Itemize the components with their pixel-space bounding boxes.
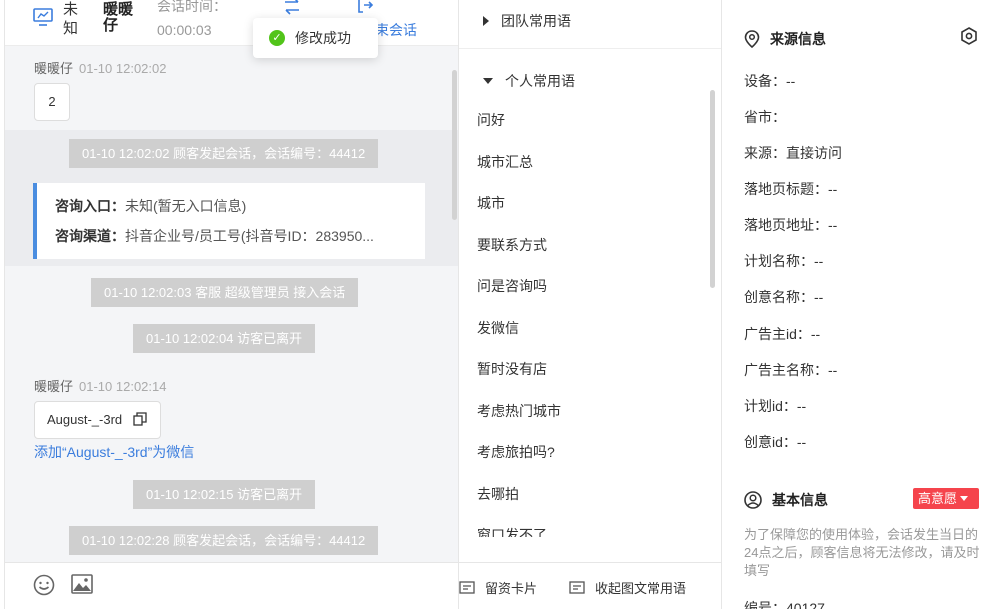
phrase-item[interactable]: 窗口发不了 <box>459 515 709 537</box>
info-serial-number: 编号：40127 <box>744 600 825 609</box>
chat-pane: 未知 暖暖仔 会话时间： 00:00:03 束会话 ✓ 修改成功 暖暖仔 01-1… <box>4 0 459 609</box>
system-message: 01-10 12:02:03 客服 超级管理员 接入会话 <box>91 278 359 307</box>
phrases-scrollbar[interactable] <box>710 90 715 288</box>
edit-notice: 为了保障您的使用体验，会话发生当日的24点之后，顾客信息将无法修改，请及时填写 <box>744 527 980 578</box>
monitor-icon <box>33 8 53 26</box>
info-plan-name: 计划名称：-- <box>744 253 824 269</box>
system-message: 01-10 12:02:02 顾客发起会话，会话编号：44412 <box>69 139 379 168</box>
message-text: August-_-3rd <box>47 412 123 427</box>
image-icon[interactable] <box>71 574 93 594</box>
intent-level-dropdown[interactable]: 高意愿 <box>913 488 979 509</box>
channel-label: 咨询渠道： <box>55 228 125 244</box>
visitor-info-pane: 来源信息 设备：-- 省市： 来源：直接访问 落地页标题：-- 落地页地址：--… <box>721 0 994 609</box>
info-creative-id: 创意id：-- <box>744 434 807 450</box>
entry-row: 咨询入口：未知(暂无入口信息) <box>55 195 421 225</box>
location-pin-icon <box>744 30 760 48</box>
chat-header: 未知 暖暖仔 会话时间： 00:00:03 束会话 <box>5 0 459 46</box>
collapse-phrases-label: 收起图文常用语 <box>595 581 687 596</box>
message-list[interactable]: 暖暖仔 01-10 12:02:02 2 01-10 12:02:02 顾客发起会… <box>5 46 459 562</box>
phrase-item[interactable]: 考虑旅拍吗? <box>459 432 709 474</box>
transfer-icon[interactable] <box>282 0 302 16</box>
toast-text: 修改成功 <box>295 30 351 46</box>
phrase-item[interactable]: 问是咨询吗 <box>459 266 709 308</box>
success-toast: ✓ 修改成功 <box>253 18 378 58</box>
personal-phrases-group[interactable]: 个人常用语 <box>483 71 575 91</box>
sender-name: 暖暖仔 <box>34 61 74 76</box>
message-meta: 暖暖仔 01-10 12:02:14 <box>34 376 166 395</box>
channel-value: 抖音企业号/员工号(抖音号ID：283950... <box>125 228 374 244</box>
session-time-label: 会话时间： <box>157 0 227 14</box>
phrase-list[interactable]: 问好 城市汇总 城市 要联系方式 问是咨询吗 发微信 暂时没有店 考虑热门城市 … <box>459 100 709 537</box>
lead-card-label: 留资卡片 <box>485 581 538 596</box>
visitor-status: 未知 <box>63 1 79 37</box>
phrase-item[interactable]: 城市汇总 <box>459 142 709 184</box>
phrases-toolbar: 留资卡片 收起图文常用语 <box>459 562 721 609</box>
chat-scrollbar[interactable] <box>452 70 457 220</box>
caret-down-icon <box>960 496 969 501</box>
phrase-item[interactable]: 发微信 <box>459 308 709 350</box>
emoji-icon[interactable] <box>33 574 55 596</box>
lead-card-button[interactable]: 留资卡片 <box>459 578 537 597</box>
message-time: 01-10 12:02:14 <box>79 379 167 394</box>
divider <box>459 48 721 49</box>
group-label: 团队常用语 <box>501 13 571 29</box>
info-advertiser-name: 广告主名称：-- <box>744 362 838 378</box>
caret-down-icon <box>483 78 493 84</box>
check-circle-icon: ✓ <box>269 30 285 46</box>
section-title-text: 基本信息 <box>772 492 828 508</box>
system-message: 01-10 12:02:15 访客已离开 <box>133 480 316 509</box>
info-province: 省市： <box>744 109 786 125</box>
end-session-button[interactable]: 束会话 <box>375 20 417 40</box>
info-landing-url: 落地页地址：-- <box>744 217 838 233</box>
section-title-text: 来源信息 <box>770 31 826 47</box>
chat-toolbar <box>5 562 459 609</box>
caret-right-icon <box>483 16 489 26</box>
entry-value: 未知(暂无入口信息) <box>125 198 247 214</box>
group-label: 个人常用语 <box>505 73 575 89</box>
info-advertiser-id: 广告主id：-- <box>744 326 821 342</box>
phrase-item[interactable]: 考虑热门城市 <box>459 391 709 433</box>
info-landing-title: 落地页标题：-- <box>744 181 838 197</box>
message-time: 01-10 12:02:02 <box>79 61 167 76</box>
channel-row: 咨询渠道：抖音企业号/员工号(抖音号ID：283950... <box>55 225 421 255</box>
phrase-item[interactable]: 要联系方式 <box>459 225 709 267</box>
user-circle-icon <box>744 491 762 509</box>
card-icon <box>459 580 475 594</box>
message-icon <box>569 580 585 594</box>
info-creative-name: 创意名称：-- <box>744 289 824 305</box>
add-wechat-link[interactable]: 添加“August-_-3rd”为微信 <box>34 442 194 462</box>
message-bubble: 2 <box>34 83 70 121</box>
sender-name: 暖暖仔 <box>34 379 74 394</box>
phrase-item[interactable]: 去哪拍 <box>459 474 709 516</box>
entry-info-card: 咨询入口：未知(暂无入口信息) 咨询渠道：抖音企业号/员工号(抖音号ID：283… <box>33 183 425 259</box>
message-meta: 暖暖仔 01-10 12:02:02 <box>34 58 166 77</box>
session-time: 00:00:03 <box>157 22 212 38</box>
phrases-pane: 团队常用语 个人常用语 问好 城市汇总 城市 要联系方式 问是咨询吗 发微信 暂… <box>458 0 721 609</box>
exit-icon[interactable] <box>356 0 374 14</box>
customer-service-workspace: 未知 暖暖仔 会话时间： 00:00:03 束会话 ✓ 修改成功 暖暖仔 01-1… <box>0 0 994 609</box>
entry-label: 咨询入口： <box>55 198 125 214</box>
basic-info-title: 基本信息 <box>744 490 828 510</box>
phrase-item[interactable]: 暂时没有店 <box>459 349 709 391</box>
intent-level-label: 高意愿 <box>918 491 958 506</box>
system-message: 01-10 12:02:28 顾客发起会话，会话编号：44412 <box>69 526 379 555</box>
collapse-phrases-button[interactable]: 收起图文常用语 <box>569 578 686 597</box>
team-phrases-group[interactable]: 团队常用语 <box>483 11 571 31</box>
phrase-item[interactable]: 城市 <box>459 183 709 225</box>
phrase-item[interactable]: 问好 <box>459 100 709 142</box>
copy-icon[interactable] <box>133 412 147 426</box>
info-plan-id: 计划id：-- <box>744 398 807 414</box>
info-device: 设备：-- <box>744 73 796 89</box>
source-info-title: 来源信息 <box>744 29 826 49</box>
message-bubble: August-_-3rd <box>34 401 161 439</box>
visitor-name: 暖暖仔 <box>103 1 134 34</box>
info-source: 来源：直接访问 <box>744 145 842 161</box>
system-message: 01-10 12:02:04 访客已离开 <box>133 324 316 353</box>
gear-icon[interactable] <box>960 27 978 45</box>
